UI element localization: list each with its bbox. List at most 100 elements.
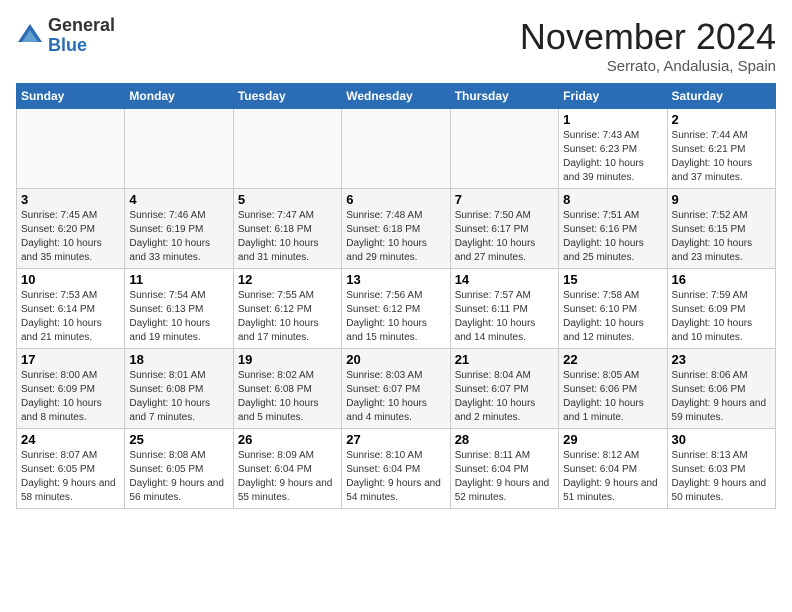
day-number: 22 xyxy=(563,352,662,367)
day-number: 16 xyxy=(672,272,771,287)
day-number: 3 xyxy=(21,192,120,207)
calendar-cell: 2 Sunrise: 7:44 AM Sunset: 6:21 PM Daylig… xyxy=(667,109,775,189)
day-info: Sunrise: 8:05 AM Sunset: 6:06 PM Dayligh… xyxy=(563,369,662,425)
header-cell-saturday: Saturday xyxy=(667,84,775,109)
day-info: Sunrise: 8:13 AM Sunset: 6:03 PM Dayligh… xyxy=(672,449,771,505)
calendar-cell: 11 Sunrise: 7:54 AM Sunset: 6:13 PM Dayli… xyxy=(125,269,233,349)
header-cell-monday: Monday xyxy=(125,84,233,109)
header-row: SundayMondayTuesdayWednesdayThursdayFrid… xyxy=(17,84,776,109)
header: General Blue November 2024 Serrato, Anda… xyxy=(16,16,776,75)
day-number: 27 xyxy=(346,432,445,447)
day-number: 17 xyxy=(21,352,120,367)
calendar: SundayMondayTuesdayWednesdayThursdayFrid… xyxy=(16,83,776,509)
day-info: Sunrise: 8:03 AM Sunset: 6:07 PM Dayligh… xyxy=(346,369,445,425)
day-number: 4 xyxy=(129,192,228,207)
calendar-cell: 4 Sunrise: 7:46 AM Sunset: 6:19 PM Daylig… xyxy=(125,189,233,269)
header-cell-sunday: Sunday xyxy=(17,84,125,109)
day-info: Sunrise: 8:12 AM Sunset: 6:04 PM Dayligh… xyxy=(563,449,662,505)
day-info: Sunrise: 8:08 AM Sunset: 6:05 PM Dayligh… xyxy=(129,449,228,505)
day-number: 23 xyxy=(672,352,771,367)
day-info: Sunrise: 7:45 AM Sunset: 6:20 PM Dayligh… xyxy=(21,209,120,265)
day-info: Sunrise: 7:47 AM Sunset: 6:18 PM Dayligh… xyxy=(238,209,337,265)
day-info: Sunrise: 7:51 AM Sunset: 6:16 PM Dayligh… xyxy=(563,209,662,265)
day-number: 8 xyxy=(563,192,662,207)
day-number: 10 xyxy=(21,272,120,287)
day-info: Sunrise: 7:44 AM Sunset: 6:21 PM Dayligh… xyxy=(672,129,771,185)
day-number: 11 xyxy=(129,272,228,287)
day-number: 26 xyxy=(238,432,337,447)
calendar-week-3: 17 Sunrise: 8:00 AM Sunset: 6:09 PM Dayli… xyxy=(17,349,776,429)
day-number: 9 xyxy=(672,192,771,207)
day-info: Sunrise: 8:01 AM Sunset: 6:08 PM Dayligh… xyxy=(129,369,228,425)
logo-general-text: General xyxy=(48,16,115,36)
calendar-cell: 30 Sunrise: 8:13 AM Sunset: 6:03 PM Dayli… xyxy=(667,429,775,509)
calendar-cell: 9Sunrise: 7:52 AM Sunset: 6:15 PM Daylig… xyxy=(667,189,775,269)
day-info: Sunrise: 8:07 AM Sunset: 6:05 PM Dayligh… xyxy=(21,449,120,505)
calendar-cell: 5Sunrise: 7:47 AM Sunset: 6:18 PM Daylig… xyxy=(233,189,341,269)
header-cell-thursday: Thursday xyxy=(450,84,558,109)
day-number: 12 xyxy=(238,272,337,287)
day-number: 13 xyxy=(346,272,445,287)
day-number: 25 xyxy=(129,432,228,447)
calendar-cell: 20 Sunrise: 8:03 AM Sunset: 6:07 PM Dayli… xyxy=(342,349,450,429)
day-info: Sunrise: 7:46 AM Sunset: 6:19 PM Dayligh… xyxy=(129,209,228,265)
day-number: 14 xyxy=(455,272,554,287)
calendar-cell xyxy=(233,109,341,189)
day-number: 18 xyxy=(129,352,228,367)
day-info: Sunrise: 8:06 AM Sunset: 6:06 PM Dayligh… xyxy=(672,369,771,425)
calendar-week-2: 10 Sunrise: 7:53 AM Sunset: 6:14 PM Dayli… xyxy=(17,269,776,349)
calendar-header: SundayMondayTuesdayWednesdayThursdayFrid… xyxy=(17,84,776,109)
day-info: Sunrise: 7:58 AM Sunset: 6:10 PM Dayligh… xyxy=(563,289,662,345)
calendar-cell: 7Sunrise: 7:50 AM Sunset: 6:17 PM Daylig… xyxy=(450,189,558,269)
calendar-cell: 15 Sunrise: 7:58 AM Sunset: 6:10 PM Dayli… xyxy=(559,269,667,349)
calendar-cell xyxy=(17,109,125,189)
day-info: Sunrise: 8:00 AM Sunset: 6:09 PM Dayligh… xyxy=(21,369,120,425)
day-number: 19 xyxy=(238,352,337,367)
calendar-cell: 6 Sunrise: 7:48 AM Sunset: 6:18 PM Daylig… xyxy=(342,189,450,269)
day-info: Sunrise: 7:59 AM Sunset: 6:09 PM Dayligh… xyxy=(672,289,771,345)
day-info: Sunrise: 7:54 AM Sunset: 6:13 PM Dayligh… xyxy=(129,289,228,345)
day-number: 30 xyxy=(672,432,771,447)
calendar-cell: 19 Sunrise: 8:02 AM Sunset: 6:08 PM Dayli… xyxy=(233,349,341,429)
day-info: Sunrise: 7:53 AM Sunset: 6:14 PM Dayligh… xyxy=(21,289,120,345)
day-info: Sunrise: 8:04 AM Sunset: 6:07 PM Dayligh… xyxy=(455,369,554,425)
calendar-cell: 24 Sunrise: 8:07 AM Sunset: 6:05 PM Dayli… xyxy=(17,429,125,509)
day-info: Sunrise: 8:02 AM Sunset: 6:08 PM Dayligh… xyxy=(238,369,337,425)
day-number: 1 xyxy=(563,112,662,127)
day-info: Sunrise: 8:11 AM Sunset: 6:04 PM Dayligh… xyxy=(455,449,554,505)
calendar-cell xyxy=(125,109,233,189)
day-number: 28 xyxy=(455,432,554,447)
calendar-cell: 25 Sunrise: 8:08 AM Sunset: 6:05 PM Dayli… xyxy=(125,429,233,509)
day-number: 21 xyxy=(455,352,554,367)
location: Serrato, Andalusia, Spain xyxy=(520,58,776,75)
calendar-cell xyxy=(342,109,450,189)
calendar-cell xyxy=(450,109,558,189)
calendar-cell: 14Sunrise: 7:57 AM Sunset: 6:11 PM Dayli… xyxy=(450,269,558,349)
calendar-week-4: 24 Sunrise: 8:07 AM Sunset: 6:05 PM Dayli… xyxy=(17,429,776,509)
calendar-cell: 21 Sunrise: 8:04 AM Sunset: 6:07 PM Dayli… xyxy=(450,349,558,429)
day-info: Sunrise: 7:48 AM Sunset: 6:18 PM Dayligh… xyxy=(346,209,445,265)
calendar-cell: 3 Sunrise: 7:45 AM Sunset: 6:20 PM Daylig… xyxy=(17,189,125,269)
day-number: 20 xyxy=(346,352,445,367)
day-info: Sunrise: 8:10 AM Sunset: 6:04 PM Dayligh… xyxy=(346,449,445,505)
day-number: 2 xyxy=(672,112,771,127)
calendar-cell: 27 Sunrise: 8:10 AM Sunset: 6:04 PM Dayli… xyxy=(342,429,450,509)
calendar-cell: 26Sunrise: 8:09 AM Sunset: 6:04 PM Dayli… xyxy=(233,429,341,509)
calendar-cell: 8 Sunrise: 7:51 AM Sunset: 6:16 PM Daylig… xyxy=(559,189,667,269)
title-area: November 2024 Serrato, Andalusia, Spain xyxy=(520,16,776,75)
calendar-body: 1Sunrise: 7:43 AM Sunset: 6:23 PM Daylig… xyxy=(17,109,776,509)
calendar-cell: 16 Sunrise: 7:59 AM Sunset: 6:09 PM Dayli… xyxy=(667,269,775,349)
day-number: 29 xyxy=(563,432,662,447)
header-cell-tuesday: Tuesday xyxy=(233,84,341,109)
day-number: 15 xyxy=(563,272,662,287)
header-cell-wednesday: Wednesday xyxy=(342,84,450,109)
day-number: 7 xyxy=(455,192,554,207)
calendar-cell: 1Sunrise: 7:43 AM Sunset: 6:23 PM Daylig… xyxy=(559,109,667,189)
day-number: 24 xyxy=(21,432,120,447)
calendar-cell: 23 Sunrise: 8:06 AM Sunset: 6:06 PM Dayli… xyxy=(667,349,775,429)
header-cell-friday: Friday xyxy=(559,84,667,109)
day-number: 6 xyxy=(346,192,445,207)
calendar-cell: 10 Sunrise: 7:53 AM Sunset: 6:14 PM Dayli… xyxy=(17,269,125,349)
calendar-cell: 18 Sunrise: 8:01 AM Sunset: 6:08 PM Dayli… xyxy=(125,349,233,429)
day-info: Sunrise: 7:55 AM Sunset: 6:12 PM Dayligh… xyxy=(238,289,337,345)
